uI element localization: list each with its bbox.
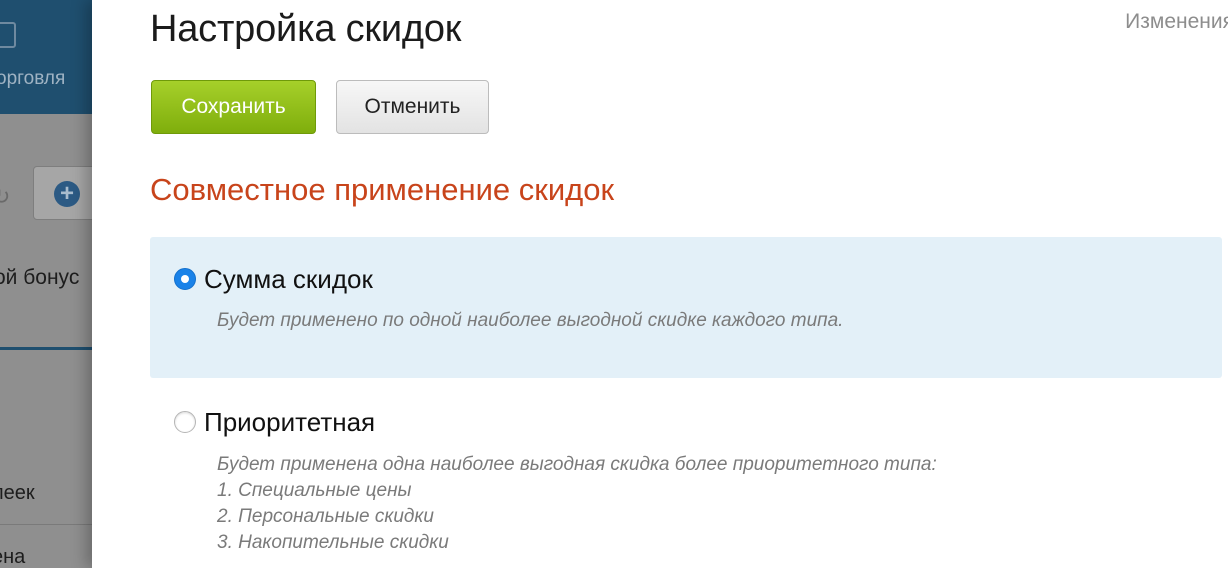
store-icon (0, 22, 16, 48)
option-sum[interactable]: Сумма скидок Будет применено по одной на… (150, 237, 1222, 378)
description-line: Будет применена одна наиболее выгодная с… (217, 454, 937, 475)
background-app: орговля ↻ + ой бонус леек ена (0, 0, 92, 568)
nav-item-trade: орговля (0, 68, 66, 89)
history-link[interactable]: Изменения (1125, 10, 1228, 34)
plus-icon: + (54, 181, 80, 207)
description-line: Будет применено по одной наиболее выгодн… (217, 310, 844, 331)
refresh-icon: ↻ (0, 184, 11, 209)
option-priority[interactable]: Приоритетная Будет применена одна наибол… (150, 392, 1222, 562)
description-line: 3. Накопительные скидки (217, 532, 449, 553)
radio-sum[interactable] (174, 268, 196, 290)
background-row: ена (0, 546, 26, 568)
cancel-button[interactable]: Отменить (336, 80, 489, 134)
page-title: Настройка скидок (150, 8, 462, 50)
section-title: Совместное применение скидок (150, 172, 615, 207)
add-button: + (33, 166, 92, 220)
option-description: Будет применена одна наиболее выгодная с… (217, 452, 937, 556)
description-line: 2. Персональные скидки (217, 506, 434, 527)
discount-settings-panel: Настройка скидок Изменения Сохранить Отм… (92, 0, 1228, 568)
background-row: леек (0, 482, 35, 504)
save-button[interactable]: Сохранить (151, 80, 316, 134)
description-line: 1. Специальные цены (217, 480, 412, 501)
option-label[interactable]: Сумма скидок (204, 264, 373, 295)
row-divider (0, 524, 92, 525)
option-label[interactable]: Приоритетная (204, 407, 375, 438)
background-header: орговля (0, 0, 92, 114)
background-divider (0, 347, 92, 350)
bonus-text: ой бонус (0, 266, 80, 289)
radio-priority[interactable] (174, 411, 196, 433)
option-description: Будет применено по одной наиболее выгодн… (217, 308, 843, 334)
